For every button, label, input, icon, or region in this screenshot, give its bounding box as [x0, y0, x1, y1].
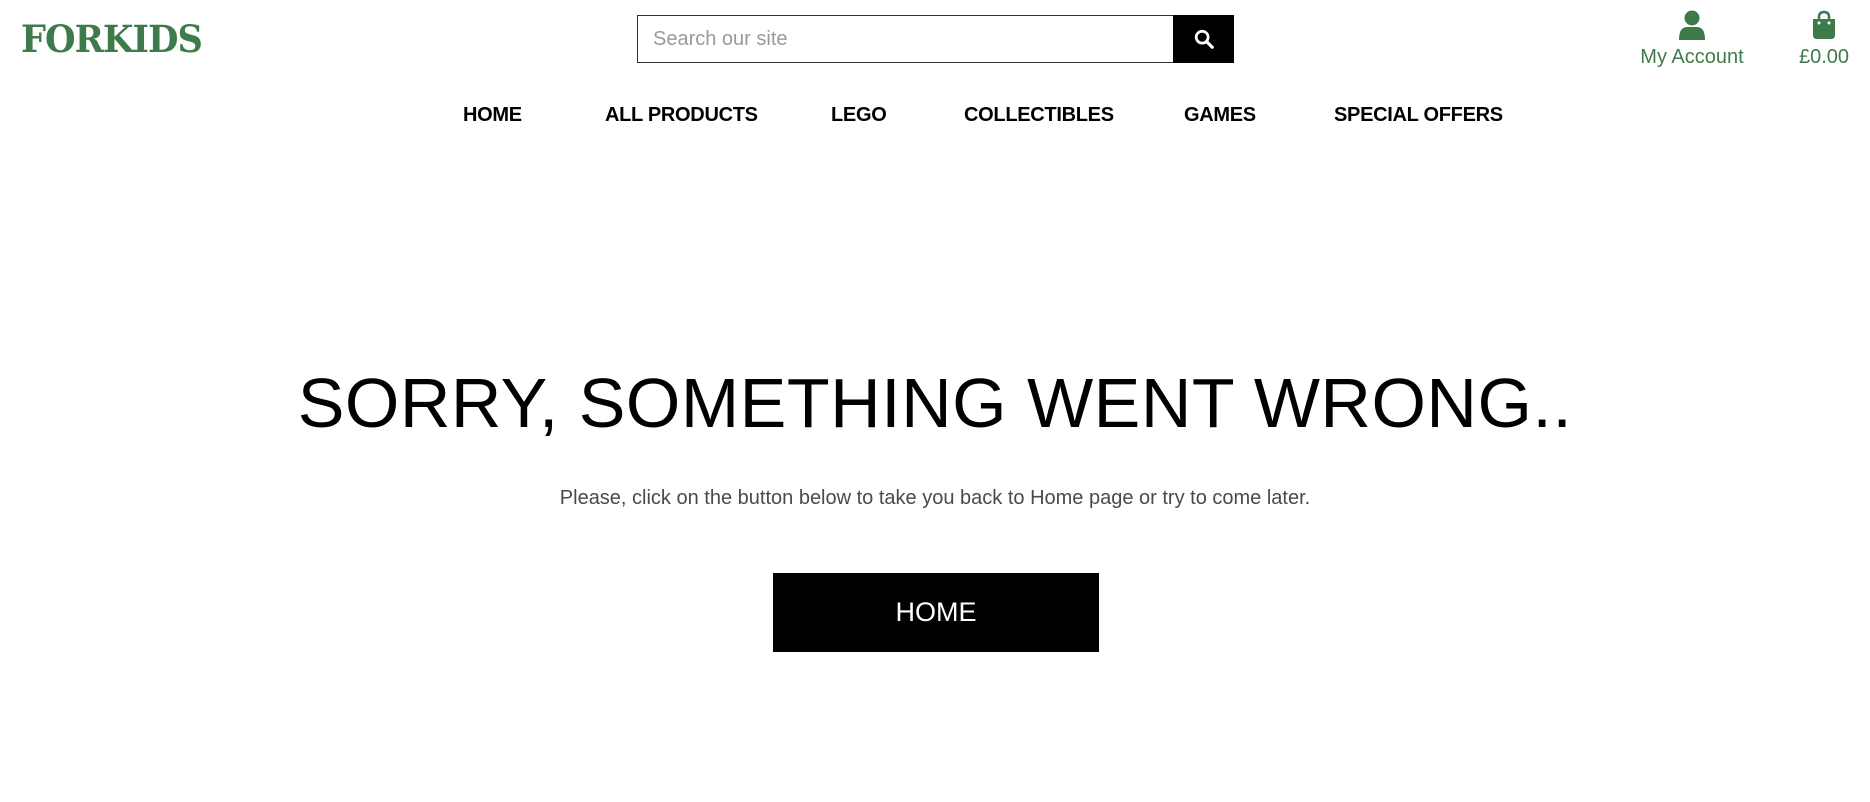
shopping-bag-link[interactable]: £0.00 [1790, 8, 1858, 69]
nav-item-games[interactable]: GAMES [1184, 102, 1256, 128]
search-icon [1194, 29, 1214, 49]
nav-item-special-offers[interactable]: SPECIAL OFFERS [1334, 102, 1503, 128]
home-button[interactable]: HOME [773, 573, 1099, 652]
nav-item-home[interactable]: HOME [463, 102, 522, 128]
cart-total: £0.00 [1798, 46, 1850, 68]
my-account-link[interactable]: My Account [1636, 8, 1748, 69]
main-nav: HOME ALL PRODUCTS LEGO COLLECTIBLES GAME… [0, 102, 1870, 128]
shopping-bag-icon [1813, 10, 1835, 39]
error-headline: SORRY, SOMETHING WENT WRONG.. [297, 364, 1573, 442]
nav-item-all-products[interactable]: ALL PRODUCTS [605, 102, 758, 128]
user-icon [1679, 10, 1705, 40]
page: FORKIDS My Account [0, 0, 1870, 802]
search-input[interactable] [637, 15, 1173, 63]
nav-item-lego[interactable]: LEGO [831, 102, 887, 128]
search-button[interactable] [1173, 15, 1234, 63]
site-logo[interactable]: FORKIDS [21, 15, 203, 63]
my-account-label: My Account [1640, 46, 1744, 68]
search-form [637, 15, 1234, 63]
error-message: Please, click on the button below to tak… [559, 487, 1311, 509]
nav-item-collectibles[interactable]: COLLECTIBLES [964, 102, 1114, 128]
